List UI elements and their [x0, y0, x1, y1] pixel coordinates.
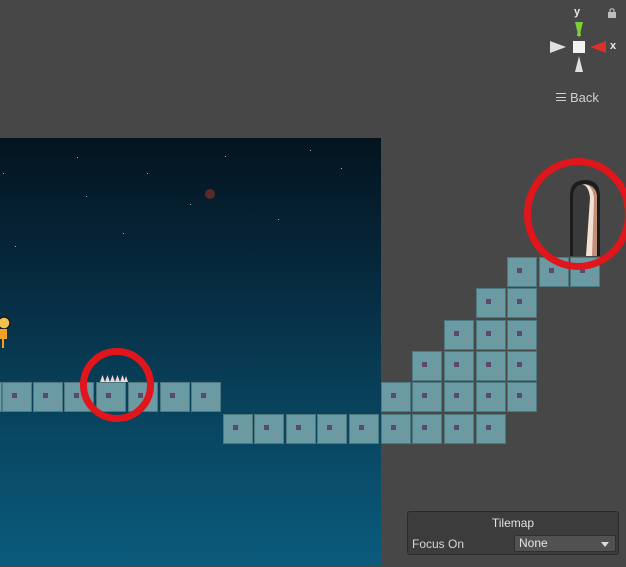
focus-on-value: None [519, 536, 548, 550]
platform-tile[interactable] [476, 351, 506, 381]
camera-viewport [0, 138, 381, 565]
platform-tile[interactable] [160, 382, 190, 412]
highlight-circle-spikes [80, 348, 154, 422]
platform-tile[interactable] [444, 382, 474, 412]
gizmo-x-label: x [610, 40, 617, 52]
highlight-circle-door [524, 158, 626, 270]
star [310, 150, 311, 151]
platform-tile[interactable] [444, 351, 474, 381]
gizmo-y-label: y [574, 6, 581, 18]
star [86, 196, 87, 197]
platform-tile[interactable] [444, 414, 474, 444]
back-toggle[interactable]: Back [556, 89, 599, 105]
chevron-down-icon [601, 542, 609, 547]
star [147, 173, 148, 174]
platform-tile[interactable] [412, 382, 442, 412]
platform-tile[interactable] [2, 382, 32, 412]
platform-tile[interactable] [507, 288, 537, 318]
star [3, 173, 4, 174]
platform-tile[interactable] [381, 382, 411, 412]
platform-tile[interactable] [33, 382, 63, 412]
panel-title: Tilemap [491, 516, 535, 530]
star [190, 204, 191, 205]
hamburger-icon [556, 93, 566, 101]
star [278, 219, 279, 220]
scene-view[interactable]: y x Back Tilemap Focus On None [0, 0, 626, 567]
star [15, 246, 16, 247]
star [225, 156, 226, 157]
focus-on-dropdown[interactable]: None [514, 535, 616, 552]
platform-tile[interactable] [507, 320, 537, 350]
platform-tile[interactable] [412, 414, 442, 444]
back-label: Back [570, 89, 599, 105]
tilemap-overlay-panel: Tilemap Focus On None [407, 511, 619, 555]
platform-tile[interactable] [507, 382, 537, 412]
platform-tile[interactable] [444, 320, 474, 350]
platform-tile[interactable] [507, 351, 537, 381]
star [77, 157, 78, 158]
star [123, 233, 124, 234]
orb-sprite[interactable] [205, 189, 215, 199]
platform-tile[interactable] [507, 257, 537, 287]
platform-tile[interactable] [476, 382, 506, 412]
platform-tile[interactable] [476, 320, 506, 350]
platform-tile[interactable] [476, 414, 506, 444]
platform-tile[interactable] [317, 414, 347, 444]
focus-on-label: Focus On [412, 537, 465, 551]
platform-tile[interactable] [286, 414, 316, 444]
platform-tile[interactable] [381, 414, 411, 444]
platform-tile[interactable] [349, 414, 379, 444]
platform-tile[interactable] [191, 382, 221, 412]
platform-tile[interactable] [223, 414, 253, 444]
player-sprite[interactable] [0, 314, 12, 350]
platform-tile[interactable] [254, 414, 284, 444]
star [341, 168, 342, 169]
platform-tile[interactable] [476, 288, 506, 318]
lock-icon[interactable] [607, 8, 617, 18]
platform-tile[interactable] [412, 351, 442, 381]
